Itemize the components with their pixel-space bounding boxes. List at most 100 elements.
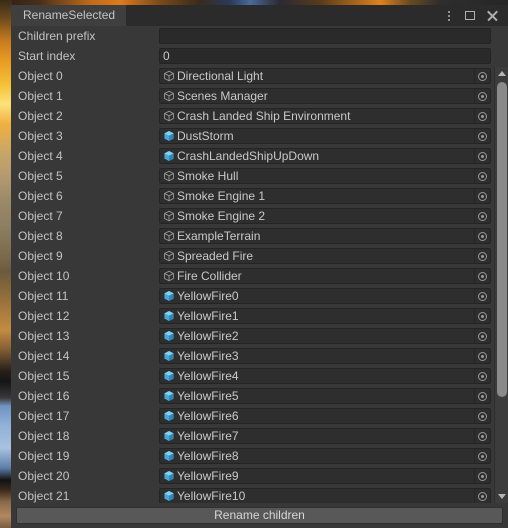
kebab-menu-icon[interactable] [442,9,455,22]
object-picker-icon[interactable] [474,349,490,363]
object-picker-icon[interactable] [474,249,490,263]
object-picker-icon[interactable] [474,269,490,283]
prefab-cube-icon [163,130,177,142]
object-picker-icon[interactable] [474,169,490,183]
close-icon[interactable] [486,9,499,22]
object-row: Object 5 Smoke Hull [11,166,508,186]
object-picker-icon[interactable] [474,449,490,463]
object-reference-field[interactable]: YellowFire10 [159,488,491,503]
prefab-cube-icon [163,150,177,162]
object-row: Object 21 YellowFire10 [11,486,508,503]
object-picker-icon[interactable] [474,209,490,223]
object-reference-field[interactable]: Fire Collider [159,268,491,284]
object-picker-icon[interactable] [474,229,490,243]
object-reference-field[interactable]: Scenes Manager [159,88,491,104]
object-reference-name: YellowFire7 [177,429,239,443]
object-reference-field[interactable]: Smoke Hull [159,168,491,184]
object-reference-field[interactable]: CrashLandedShipUpDown [159,148,491,164]
object-reference-field[interactable]: YellowFire6 [159,408,491,424]
gameobject-cube-icon [163,70,177,82]
object-row-label: Object 19 [18,449,70,463]
object-reference-name: YellowFire0 [177,289,239,303]
object-row: Object 10 Fire Collider [11,266,508,286]
object-reference-field[interactable]: YellowFire5 [159,388,491,404]
prefab-cube-icon [163,450,177,462]
object-row: Object 17 YellowFire6 [11,406,508,426]
object-picker-icon[interactable] [474,389,490,403]
object-row-label: Object 16 [18,389,70,403]
object-picker-icon[interactable] [474,429,490,443]
object-picker-icon[interactable] [474,409,490,423]
object-picker-icon[interactable] [474,189,490,203]
vertical-scrollbar[interactable] [494,67,508,503]
object-reference-name: Fire Collider [177,269,242,283]
object-row-label: Object 11 [18,289,69,303]
object-picker-icon[interactable] [474,489,490,503]
object-row-label: Object 10 [18,269,70,283]
object-list: Object 0 Directional Light Object 1 Scenes … [11,66,508,503]
children-prefix-input[interactable] [159,28,491,44]
object-row-label: Object 0 [18,69,63,83]
object-row: Object 13 YellowFire2 [11,326,508,346]
maximize-icon[interactable] [464,9,477,22]
object-reference-field[interactable]: YellowFire8 [159,448,491,464]
object-picker-icon[interactable] [474,109,490,123]
object-reference-field[interactable]: YellowFire9 [159,468,491,484]
window-content: Children prefix Start index 0 Object 0 Di… [11,26,508,503]
object-row: Object 18 YellowFire7 [11,426,508,446]
object-reference-field[interactable]: Crash Landed Ship Environment [159,108,491,124]
object-picker-icon[interactable] [474,149,490,163]
object-picker-icon[interactable] [474,69,490,83]
start-index-input[interactable]: 0 [159,48,491,64]
object-picker-icon[interactable] [474,289,490,303]
object-reference-field[interactable]: YellowFire2 [159,328,491,344]
prefab-cube-icon [163,310,177,322]
object-reference-field[interactable]: YellowFire0 [159,288,491,304]
start-index-value: 0 [163,49,170,63]
object-reference-name: YellowFire1 [177,309,239,323]
object-reference-field[interactable]: YellowFire7 [159,428,491,444]
tab-rename-selected[interactable]: RenameSelected [11,5,126,26]
scrollbar-thumb[interactable] [497,82,507,397]
object-picker-icon[interactable] [474,129,490,143]
object-reference-field[interactable]: Smoke Engine 2 [159,208,491,224]
object-picker-icon[interactable] [474,469,490,483]
prefab-cube-icon [163,350,177,362]
gameobject-cube-icon [163,250,177,262]
object-picker-icon[interactable] [474,89,490,103]
object-row: Object 6 Smoke Engine 1 [11,186,508,206]
start-index-row: Start index 0 [11,46,508,66]
object-row-label: Object 20 [18,469,70,483]
object-picker-icon[interactable] [474,329,490,343]
object-reference-field[interactable]: Directional Light [159,68,491,84]
object-row: Object 0 Directional Light [11,66,508,86]
rename-children-button[interactable]: Rename children [16,507,503,524]
object-row-label: Object 4 [18,149,63,163]
object-reference-name: Spreaded Fire [177,249,254,263]
object-picker-icon[interactable] [474,369,490,383]
object-reference-name: Smoke Engine 2 [177,209,266,223]
object-reference-field[interactable]: Spreaded Fire [159,248,491,264]
gameobject-cube-icon [163,210,177,222]
scroll-down-arrow-icon[interactable] [495,490,508,503]
prefab-cube-icon [163,430,177,442]
gameobject-cube-icon [163,110,177,122]
object-reference-field[interactable]: Smoke Engine 1 [159,188,491,204]
object-reference-field[interactable]: DustStorm [159,128,491,144]
object-row: Object 4 CrashLandedShipUpDown [11,146,508,166]
object-reference-field[interactable]: YellowFire3 [159,348,491,364]
object-reference-field[interactable]: ExampleTerrain [159,228,491,244]
object-picker-icon[interactable] [474,309,490,323]
object-reference-field[interactable]: YellowFire4 [159,368,491,384]
window-footer: Rename children [11,503,508,528]
object-reference-name: Scenes Manager [177,89,268,103]
prefab-cube-icon [163,390,177,402]
scroll-up-arrow-icon[interactable] [495,67,508,80]
object-reference-name: Crash Landed Ship Environment [177,109,351,123]
object-row-label: Object 9 [18,249,63,263]
gameobject-cube-icon [163,170,177,182]
object-row: Object 19 YellowFire8 [11,446,508,466]
object-reference-field[interactable]: YellowFire1 [159,308,491,324]
object-reference-name: ExampleTerrain [177,229,261,243]
gameobject-cube-icon [163,270,177,282]
